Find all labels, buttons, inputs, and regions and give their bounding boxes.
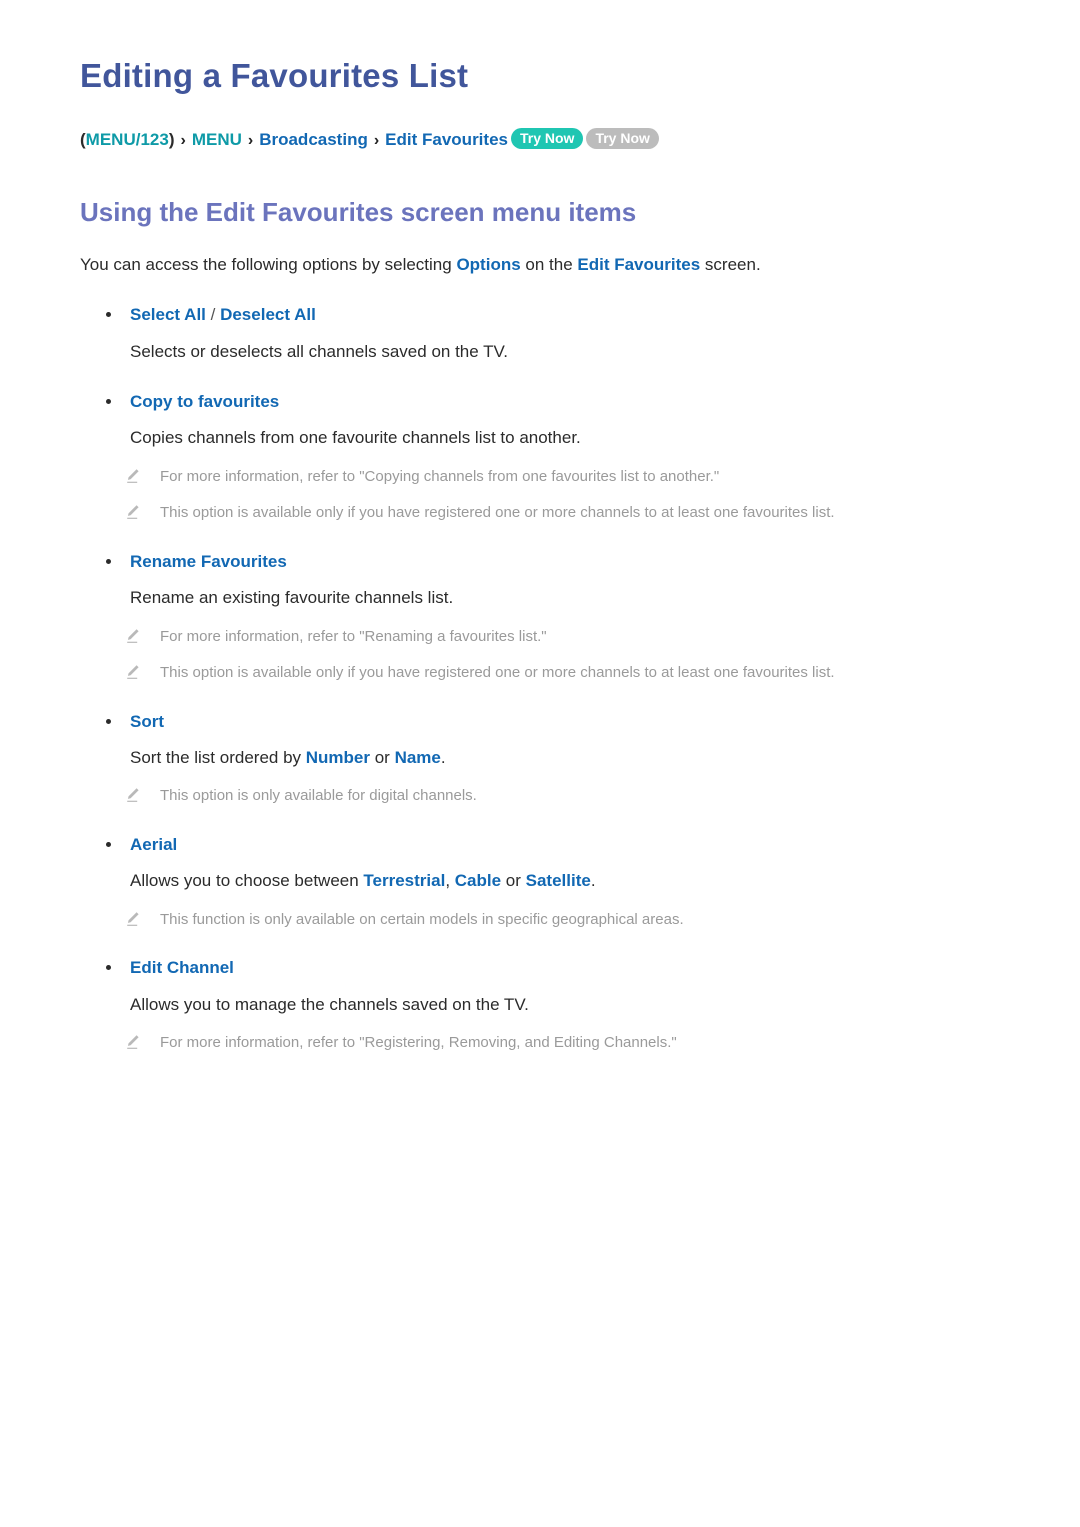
option-aerial: Aerial Allows you to choose between Terr… <box>80 832 1008 931</box>
bullet-icon <box>106 398 111 404</box>
bullet-icon <box>106 312 111 317</box>
try-now-badge-secondary[interactable]: Try Now <box>586 127 659 149</box>
note-item: This function is only available on certa… <box>80 909 1008 932</box>
note-item: For more information, refer to "Renaming… <box>80 626 1008 649</box>
option-desc-part2: or <box>370 748 395 768</box>
breadcrumb: (MENU/123) › MENU › Broadcasting › Edit Favour… <box>80 127 1008 152</box>
option-desc-keyword-name: Name <box>394 748 441 768</box>
intro-keyword-options: Options <box>456 254 521 274</box>
option-label-deselect-all: Deselect All <box>220 305 316 324</box>
option-select-all: Select All / Deselect All Selects or des… <box>80 302 1008 365</box>
option-label-aerial: Aerial <box>130 834 178 854</box>
pencil-icon <box>124 467 142 485</box>
breadcrumb-item-menu123[interactable]: MENU/123 <box>86 130 169 149</box>
note-text: This option is available only if you hav… <box>160 504 835 522</box>
option-desc-part2: , <box>445 871 455 891</box>
document-page: Editing a Favourites List (MENU/123) › MEN… <box>0 0 1080 1527</box>
option-description: Rename an existing favourite channels li… <box>130 588 454 608</box>
option-title: Sort <box>80 709 1008 735</box>
bullet-icon <box>106 718 111 724</box>
try-now-badge-primary[interactable]: Try Now <box>510 127 584 149</box>
note-item: This option is only available for digita… <box>80 785 1008 808</box>
section-intro: You can access the following options by … <box>80 252 1008 278</box>
note-text: This option is only available for digita… <box>160 787 477 805</box>
breadcrumb-item-menu[interactable]: MENU <box>192 130 242 149</box>
intro-text-part2: on the <box>520 254 578 274</box>
intro-keyword-edit-favourites: Edit Favourites <box>577 254 701 274</box>
note-item: For more information, refer to "Copying … <box>80 466 1008 489</box>
note-text: For more information, refer to "Renaming… <box>160 627 547 645</box>
option-label-edit-channel: Edit Channel <box>130 958 234 978</box>
breadcrumb-item-edit-favourites[interactable]: Edit Favourites <box>385 130 508 149</box>
note-text: For more information, refer to "Register… <box>160 1034 677 1052</box>
option-desc-part1: Allows you to choose between <box>130 871 364 891</box>
option-sort: Sort Sort the list ordered by Number or … <box>80 709 1008 808</box>
option-desc-part4: . <box>590 871 596 891</box>
option-title: Edit Channel <box>80 955 1008 981</box>
option-copy-to-favourites: Copy to favourites Copies channels from … <box>80 389 1008 525</box>
option-description: Copies channels from one favourite chann… <box>130 428 581 448</box>
note-item: This option is available only if you hav… <box>80 502 1008 525</box>
option-edit-channel: Edit Channel Allows you to manage the ch… <box>80 955 1008 1054</box>
option-description: Allows you to choose between Terrestrial… <box>80 868 1008 894</box>
pencil-icon <box>124 663 142 681</box>
bullet-icon <box>106 841 111 847</box>
option-label-copy-to-favourites: Copy to favourites <box>130 391 280 411</box>
bullet-icon <box>106 965 111 971</box>
option-desc-part3: or <box>501 871 526 891</box>
breadcrumb-separator-icon: › <box>373 131 380 149</box>
option-title: Copy to favourites <box>80 389 1008 415</box>
option-rename-favourites: Rename Favourites Rename an existing fav… <box>80 549 1008 685</box>
intro-text-part3: screen. <box>700 254 761 274</box>
note-text: For more information, refer to "Copying … <box>160 467 720 485</box>
option-title: Select All / Deselect All <box>80 302 1008 328</box>
breadcrumb-separator-icon: › <box>247 131 254 149</box>
bullet-icon <box>106 558 111 564</box>
pencil-icon <box>124 1033 142 1051</box>
option-desc-part1: Sort the list ordered by <box>130 748 306 768</box>
option-label-rename-favourites: Rename Favourites <box>130 551 287 571</box>
option-label-select-all: Select All <box>130 305 206 324</box>
note-text: This option is available only if you hav… <box>160 664 835 682</box>
breadcrumb-separator-icon: › <box>180 131 186 149</box>
pencil-icon <box>124 627 142 645</box>
option-label-sort: Sort <box>130 711 164 731</box>
option-description: Allows you to manage the channels saved … <box>130 994 529 1014</box>
option-label-separator: / <box>205 305 221 324</box>
option-desc-part3: . <box>440 748 446 768</box>
option-desc-keyword-cable: Cable <box>454 871 502 891</box>
option-desc-keyword-number: Number <box>305 748 370 768</box>
pencil-icon <box>124 786 142 804</box>
intro-text-part1: You can access the following options by … <box>80 254 457 274</box>
option-description: Sort the list ordered by Number or Name. <box>80 745 1008 771</box>
section-heading: Using the Edit Favourites screen menu it… <box>80 197 637 228</box>
option-desc-keyword-satellite: Satellite <box>525 871 591 891</box>
option-desc-keyword-terrestrial: Terrestrial <box>363 871 446 891</box>
note-text: This function is only available on certa… <box>160 910 684 928</box>
option-description: Selects or deselects all channels saved … <box>130 341 509 361</box>
page-title: Editing a Favourites List <box>80 57 469 94</box>
breadcrumb-close-paren: ) <box>168 129 175 149</box>
pencil-icon <box>124 910 142 928</box>
note-item: For more information, refer to "Register… <box>80 1032 1008 1055</box>
option-title: Rename Favourites <box>80 549 1008 575</box>
option-title: Aerial <box>80 832 1008 858</box>
breadcrumb-item-broadcasting[interactable]: Broadcasting <box>259 130 368 149</box>
pencil-icon <box>124 503 142 521</box>
note-item: This option is available only if you hav… <box>80 662 1008 685</box>
